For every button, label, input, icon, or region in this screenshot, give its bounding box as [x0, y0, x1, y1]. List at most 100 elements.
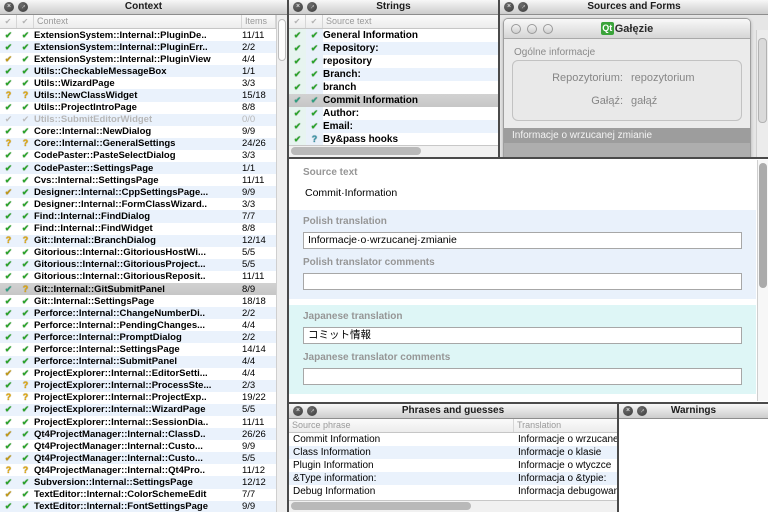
items-count: 1/1	[242, 163, 276, 174]
japanese-comments-input[interactable]	[303, 368, 742, 385]
string-row[interactable]: Branch:	[289, 68, 498, 81]
context-row[interactable]: CodePaster::SettingsPage 1/1	[0, 162, 276, 174]
close-icon[interactable]: ×	[623, 406, 633, 416]
context-table-header[interactable]: ✔ ✔ Context Items	[0, 15, 287, 29]
string-row[interactable]: Commit Information	[289, 94, 498, 107]
context-row[interactable]: Utils::CheckableMessageBox 1/1	[0, 65, 276, 77]
source-string: General Information	[323, 30, 498, 41]
close-icon[interactable]: ×	[293, 406, 303, 416]
strings-table-header[interactable]: ✔ ✔ Source text	[289, 15, 498, 29]
scrollbar-thumb[interactable]	[758, 38, 767, 123]
string-row[interactable]: Author:	[289, 107, 498, 120]
context-row[interactable]: Utils::SubmitEditorWidget 0/0	[0, 114, 276, 126]
context-row[interactable]: Designer::Internal::CppSettingsPage... 9…	[0, 186, 276, 198]
close-icon[interactable]: ×	[504, 2, 514, 12]
context-row[interactable]: Perforce::Internal::PromptDialog 2/2	[0, 331, 276, 343]
translation-state-icon	[17, 103, 34, 112]
context-row[interactable]: Perforce::Internal::SettingsPage 14/14	[0, 343, 276, 355]
detach-icon[interactable]: →	[518, 2, 528, 12]
acceptance-state-icon	[0, 454, 17, 463]
context-row[interactable]: ProjectExplorer::Internal::ProcessSte...…	[0, 380, 276, 392]
context-row[interactable]: TextEditor::Internal::ColorSchemeEdit 7/…	[0, 489, 276, 501]
context-row[interactable]: Perforce::Internal::SubmitPanel 4/4	[0, 356, 276, 368]
context-row[interactable]: ProjectExplorer::Internal::ProjectExp.. …	[0, 392, 276, 404]
scrollbar-thumb[interactable]	[759, 163, 767, 288]
context-row[interactable]: ExtensionSystem::Internal::PluginErr.. 2…	[0, 41, 276, 53]
context-row[interactable]: Utils::NewClassWidget 15/18	[0, 89, 276, 101]
phrase-row[interactable]: Debug Information Informacja debugowania	[289, 485, 617, 498]
context-name: Qt4ProjectManager::Internal::Custo...	[34, 441, 242, 452]
translation-state-icon	[17, 333, 34, 342]
strings-horizontal-scrollbar[interactable]	[289, 145, 498, 157]
context-row[interactable]: CodePaster::PasteSelectDialog 3/3	[0, 150, 276, 162]
detach-icon[interactable]: →	[307, 406, 317, 416]
context-row[interactable]: Subversion::Internal::SettingsPage 12/12	[0, 476, 276, 488]
context-row[interactable]: Gitorious::Internal::GitoriousProject...…	[0, 259, 276, 271]
context-row[interactable]: Gitorious::Internal::GitoriousHostWi... …	[0, 247, 276, 259]
branch-value: gałąź	[631, 95, 741, 107]
context-row[interactable]: Qt4ProjectManager::Internal::Qt4Pro.. 11…	[0, 464, 276, 476]
context-row[interactable]: Find::Internal::FindWidget 8/8	[0, 223, 276, 235]
context-row[interactable]: ExtensionSystem::Internal::PluginView 4/…	[0, 53, 276, 65]
polish-translation-input[interactable]: Informacje·o·wrzucanej·zmianie	[303, 232, 742, 249]
context-row[interactable]: ProjectExplorer::Internal::EditorSetti..…	[0, 368, 276, 380]
string-row[interactable]: Email:	[289, 120, 498, 133]
phrase-row[interactable]: Class Information Informacje o klasie	[289, 446, 617, 459]
translation-column-header[interactable]: Translation	[514, 419, 617, 432]
context-row[interactable]: Cvs::Internal::SettingsPage 11/11	[0, 174, 276, 186]
detach-icon[interactable]: →	[637, 406, 647, 416]
sources-vertical-scrollbar[interactable]	[756, 30, 768, 157]
string-row[interactable]: General Information	[289, 29, 498, 42]
context-row[interactable]: ProjectExplorer::Internal::WizardPage 5/…	[0, 404, 276, 416]
scrollbar-thumb[interactable]	[291, 502, 471, 510]
phrase-translation: Informacje o klasie	[514, 447, 617, 458]
context-name: ExtensionSystem::Internal::PluginDe..	[34, 30, 242, 41]
context-row[interactable]: Gitorious::Internal::GitoriousReposit.. …	[0, 271, 276, 283]
source-text-label: Source text	[303, 167, 742, 178]
detach-icon[interactable]: →	[307, 2, 317, 12]
context-vertical-scrollbar[interactable]	[276, 15, 287, 512]
string-row[interactable]: branch	[289, 81, 498, 94]
context-name: ExtensionSystem::Internal::PluginView	[34, 54, 242, 65]
context-row[interactable]: Qt4ProjectManager::Internal::ClassD.. 26…	[0, 428, 276, 440]
string-row[interactable]: Repository:	[289, 42, 498, 55]
scrollbar-thumb[interactable]	[278, 19, 286, 61]
phrases-table-header[interactable]: Source phrase Translation	[289, 419, 617, 433]
context-column-header[interactable]: Context	[34, 15, 242, 28]
string-row[interactable]: repository	[289, 55, 498, 68]
phrase-translation: Informacje o wrzucanej zmianie	[514, 434, 617, 445]
context-row[interactable]: Find::Internal::FindDialog 7/7	[0, 210, 276, 222]
phrases-horizontal-scrollbar[interactable]	[289, 500, 617, 512]
context-row[interactable]: Git::Internal::BranchDialog 12/14	[0, 235, 276, 247]
close-icon[interactable]: ×	[4, 2, 14, 12]
context-row[interactable]: Qt4ProjectManager::Internal::Custo... 5/…	[0, 452, 276, 464]
context-row[interactable]: Qt4ProjectManager::Internal::Custo... 9/…	[0, 440, 276, 452]
context-row[interactable]: Perforce::Internal::PendingChanges... 4/…	[0, 319, 276, 331]
phrase-row[interactable]: Commit Information Informacje o wrzucane…	[289, 433, 617, 446]
close-icon[interactable]: ×	[293, 2, 303, 12]
detach-icon[interactable]: →	[18, 2, 28, 12]
source-phrase-column-header[interactable]: Source phrase	[289, 419, 514, 432]
context-row[interactable]: Perforce::Internal::ChangeNumberDi.. 2/2	[0, 307, 276, 319]
context-row[interactable]: Core::Internal::NewDialog 9/9	[0, 126, 276, 138]
context-row[interactable]: Utils::WizardPage 3/3	[0, 77, 276, 89]
context-row[interactable]: Core::Internal::GeneralSettings 24/26	[0, 138, 276, 150]
context-name: Core::Internal::NewDialog	[34, 126, 242, 137]
context-row[interactable]: ExtensionSystem::Internal::PluginDe.. 11…	[0, 29, 276, 41]
context-row[interactable]: Git::Internal::GitSubmitPanel 8/9	[0, 283, 276, 295]
context-row[interactable]: ProjectExplorer::Internal::SessionDia.. …	[0, 416, 276, 428]
source-text-column-header[interactable]: Source text	[323, 15, 498, 28]
context-row[interactable]: Git::Internal::SettingsPage 18/18	[0, 295, 276, 307]
context-row[interactable]: TextEditor::Internal::FontSettingsPage 9…	[0, 501, 276, 512]
polish-comments-input[interactable]	[303, 273, 742, 290]
translation-vertical-scrollbar[interactable]	[757, 160, 768, 401]
translation-state-icon	[306, 94, 323, 107]
context-row[interactable]: Utils::ProjectIntroPage 8/8	[0, 102, 276, 114]
phrase-row[interactable]: &Type information: Informacja o &typie:	[289, 472, 617, 485]
context-row[interactable]: Designer::Internal::FormClassWizard.. 3/…	[0, 198, 276, 210]
japanese-translation-input[interactable]: コミット情報	[303, 327, 742, 344]
items-column-header[interactable]: Items	[242, 15, 276, 28]
scrollbar-thumb[interactable]	[291, 147, 421, 155]
phrase-row[interactable]: Plugin Information Informacje o wtyczce	[289, 459, 617, 472]
string-row[interactable]: By&pass hooks	[289, 133, 498, 145]
